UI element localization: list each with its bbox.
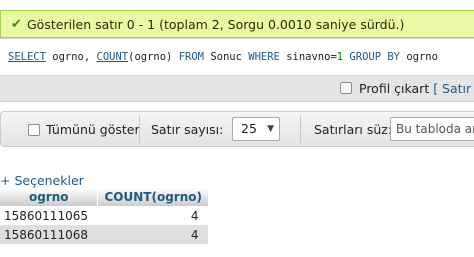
column-header-ogrno[interactable]: ogrno (0, 188, 99, 206)
table-cell-count: 4 (97, 206, 209, 225)
sql-group-by-keyword: GROUP BY (343, 51, 401, 63)
nav-separator (300, 115, 301, 143)
filter-rows-label: Satırları süz: (314, 122, 393, 137)
sql-select-keyword[interactable]: SELECT (8, 51, 46, 63)
table-row[interactable]: 15860111065 4 (0, 206, 209, 225)
table-cell-count: 4 (97, 225, 209, 244)
sql-query-box: SELECT ogrno, COUNT (ogrno) FROM Sonuc WH… (0, 38, 474, 76)
table-cell-ogrno: 15860111065 (0, 206, 98, 225)
filter-rows-input[interactable] (390, 117, 474, 141)
sql-from-keyword: FROM (178, 51, 204, 63)
profiling-bracket: [ (429, 81, 443, 96)
profiling-label: Profil çıkart [ Satır iç (359, 81, 474, 96)
sql-where-keyword: WHERE (248, 51, 280, 63)
table-cell-ogrno: 15860111068 (0, 225, 98, 244)
success-message: ✔ Gösterilen satır 0 - 1 (toplam 2, Sorg… (0, 10, 474, 38)
show-all-label: Tümünü göster (46, 122, 140, 137)
success-message-text: Gösterilen satır 0 - 1 (toplam 2, Sorgu … (27, 16, 405, 32)
sql-count-arg: (ogrno) (128, 51, 179, 63)
rows-count-select[interactable]: 25 ▼ (232, 117, 280, 141)
results-table: ogrno COUNT(ogrno) 15860111065 4 1586011… (0, 188, 209, 244)
success-check-icon: ✔ (11, 16, 22, 32)
sql-count-function[interactable]: COUNT (97, 51, 129, 63)
sql-table-name: Sonuc (204, 51, 249, 63)
show-all-checkbox[interactable] (28, 124, 40, 136)
column-header-count[interactable]: COUNT(ogrno) (97, 188, 209, 206)
chevron-down-icon: ▼ (267, 124, 274, 134)
profiling-label-text: Profil çıkart (359, 81, 430, 96)
table-row[interactable]: 15860111068 4 (0, 225, 209, 244)
profiling-checkbox[interactable] (340, 82, 352, 94)
rows-count-label: Satır sayısı: (151, 122, 224, 137)
table-header-row: ogrno COUNT(ogrno) (0, 188, 209, 206)
sql-group-column: ogrno (400, 51, 438, 63)
rows-count-value: 25 (241, 121, 257, 136)
nav-separator (139, 115, 140, 143)
inline-edit-link[interactable]: Satır iç (442, 81, 474, 96)
options-link[interactable]: + Seçenekler (0, 173, 84, 188)
sql-columns: ogrno, (45, 51, 97, 63)
sql-condition: sinavno= (279, 51, 337, 63)
